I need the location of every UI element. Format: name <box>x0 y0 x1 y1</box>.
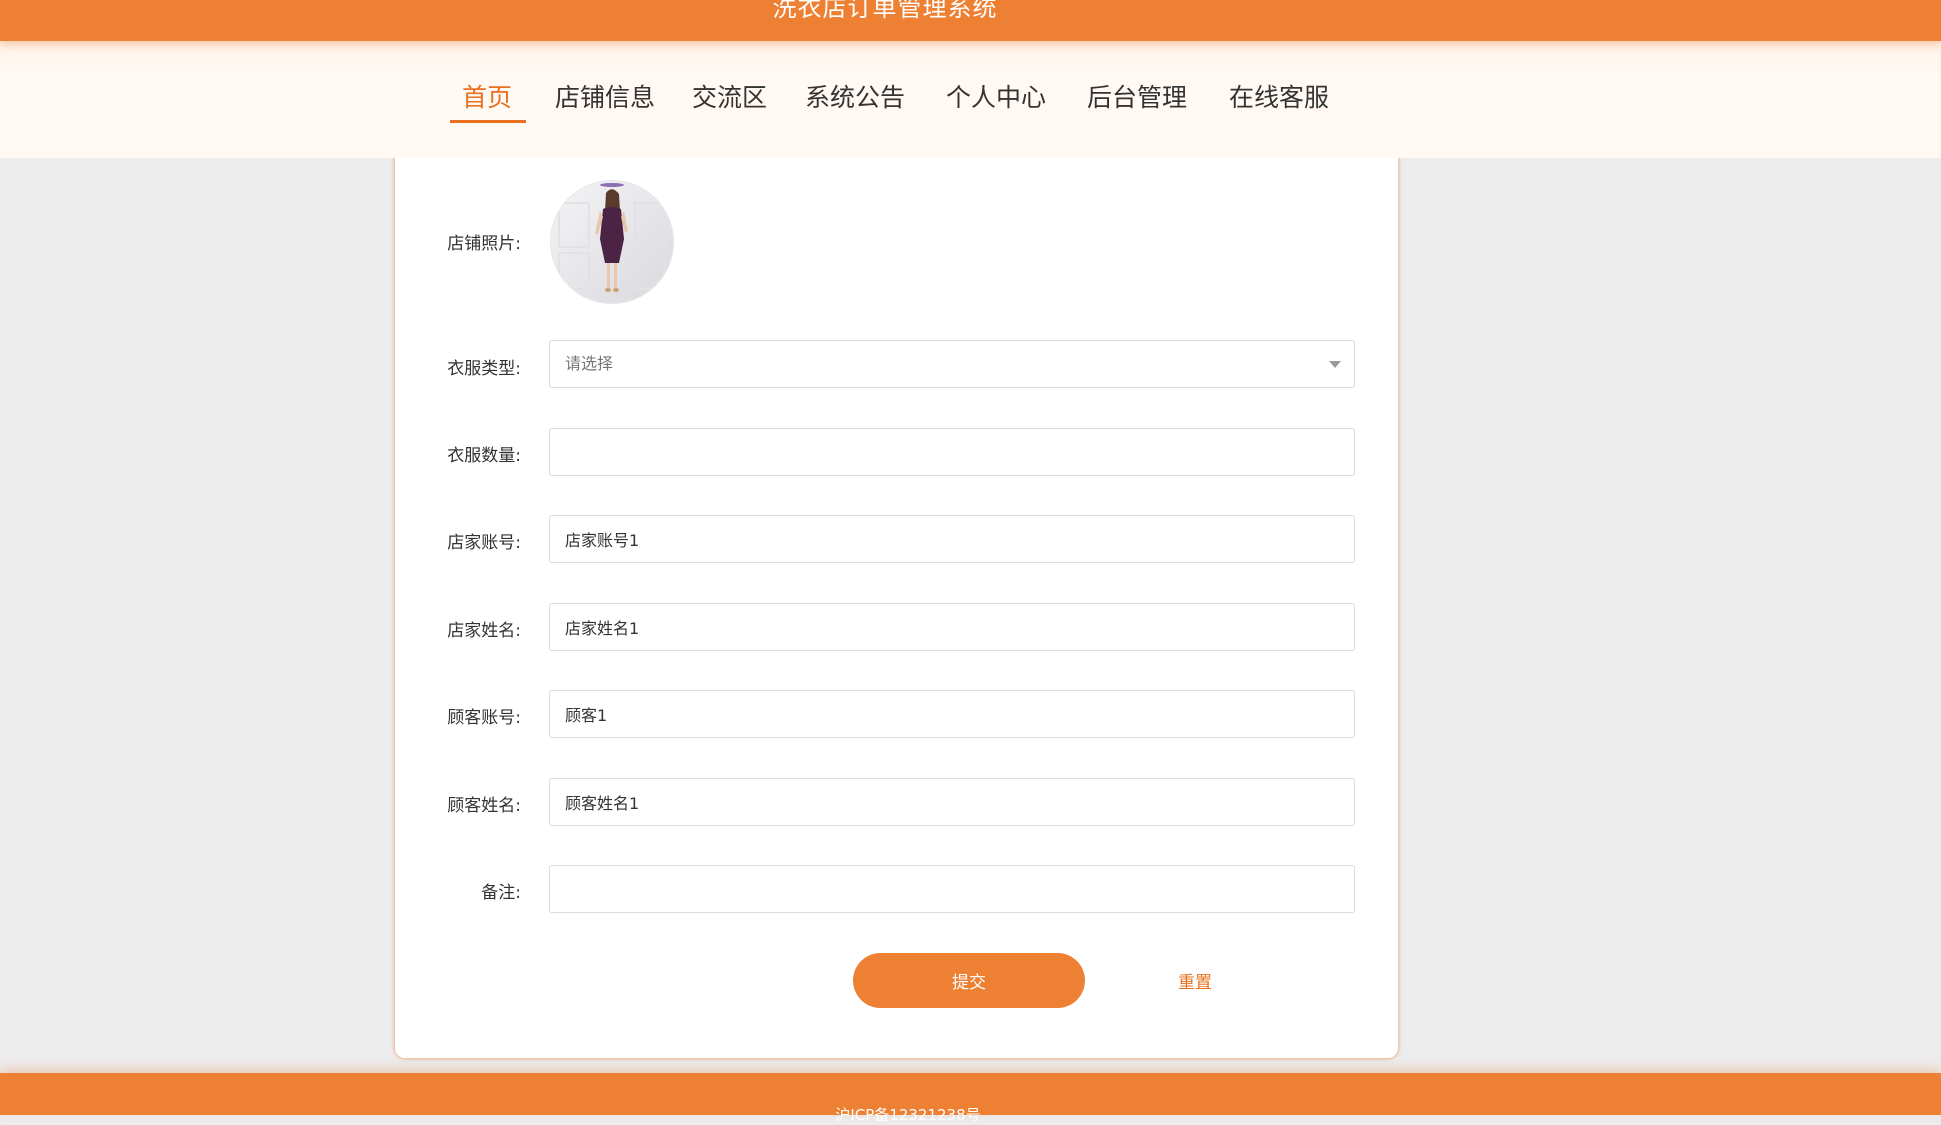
customer-account-input[interactable] <box>549 690 1355 738</box>
top-bar: 洗衣店订单管理系统 <box>0 0 1941 41</box>
photo-label: 店铺照片: <box>447 234 521 254</box>
footer-icp-text: 沪ICP备12321238号 <box>835 1106 981 1124</box>
nav-item-profile[interactable]: 个人中心 <box>946 79 1046 117</box>
customer-name-input[interactable] <box>549 778 1355 826</box>
submit-button[interactable]: 提交 <box>853 953 1085 1008</box>
footer: 沪ICP备12321238号 <box>0 1073 1941 1124</box>
order-form-card: 店铺照片: 衣服类型: 请选择 衣服数量: 店家账号: 店家账号1 店家姓名: … <box>395 140 1398 1058</box>
nav-item-home[interactable]: 首页 <box>462 79 512 117</box>
remark-input[interactable] <box>549 865 1355 913</box>
chevron-down-icon <box>1329 361 1341 368</box>
store-name-label: 店家姓名: <box>447 621 521 641</box>
store-account-label: 店家账号: <box>447 533 521 553</box>
nav-item-admin[interactable]: 后台管理 <box>1087 79 1187 117</box>
clothing-count-input[interactable] <box>549 428 1355 476</box>
store-name-input[interactable] <box>549 603 1355 651</box>
store-photo[interactable] <box>550 180 674 304</box>
nav-item-support[interactable]: 在线客服 <box>1229 79 1329 117</box>
nav-item-store-info[interactable]: 店铺信息 <box>555 79 655 117</box>
clothing-count-label: 衣服数量: <box>447 446 521 466</box>
nav-item-forum[interactable]: 交流区 <box>692 79 767 117</box>
clothing-type-label: 衣服类型: <box>447 359 521 379</box>
remark-label: 备注: <box>481 883 521 903</box>
nav-active-indicator <box>450 120 526 123</box>
customer-account-label: 顾客账号: <box>447 708 521 728</box>
customer-name-label: 顾客姓名: <box>447 796 521 816</box>
main-nav: 首页 店铺信息 交流区 系统公告 个人中心 后台管理 在线客服 <box>0 41 1941 158</box>
reset-button[interactable]: 重置 <box>1130 953 1260 1008</box>
clothing-type-placeholder: 请选择 <box>565 354 614 373</box>
store-account-input[interactable] <box>549 515 1355 563</box>
site-title: 洗衣店订单管理系统 <box>772 0 998 22</box>
nav-item-announcements[interactable]: 系统公告 <box>805 79 905 117</box>
clothing-type-select[interactable]: 请选择 <box>549 340 1355 388</box>
